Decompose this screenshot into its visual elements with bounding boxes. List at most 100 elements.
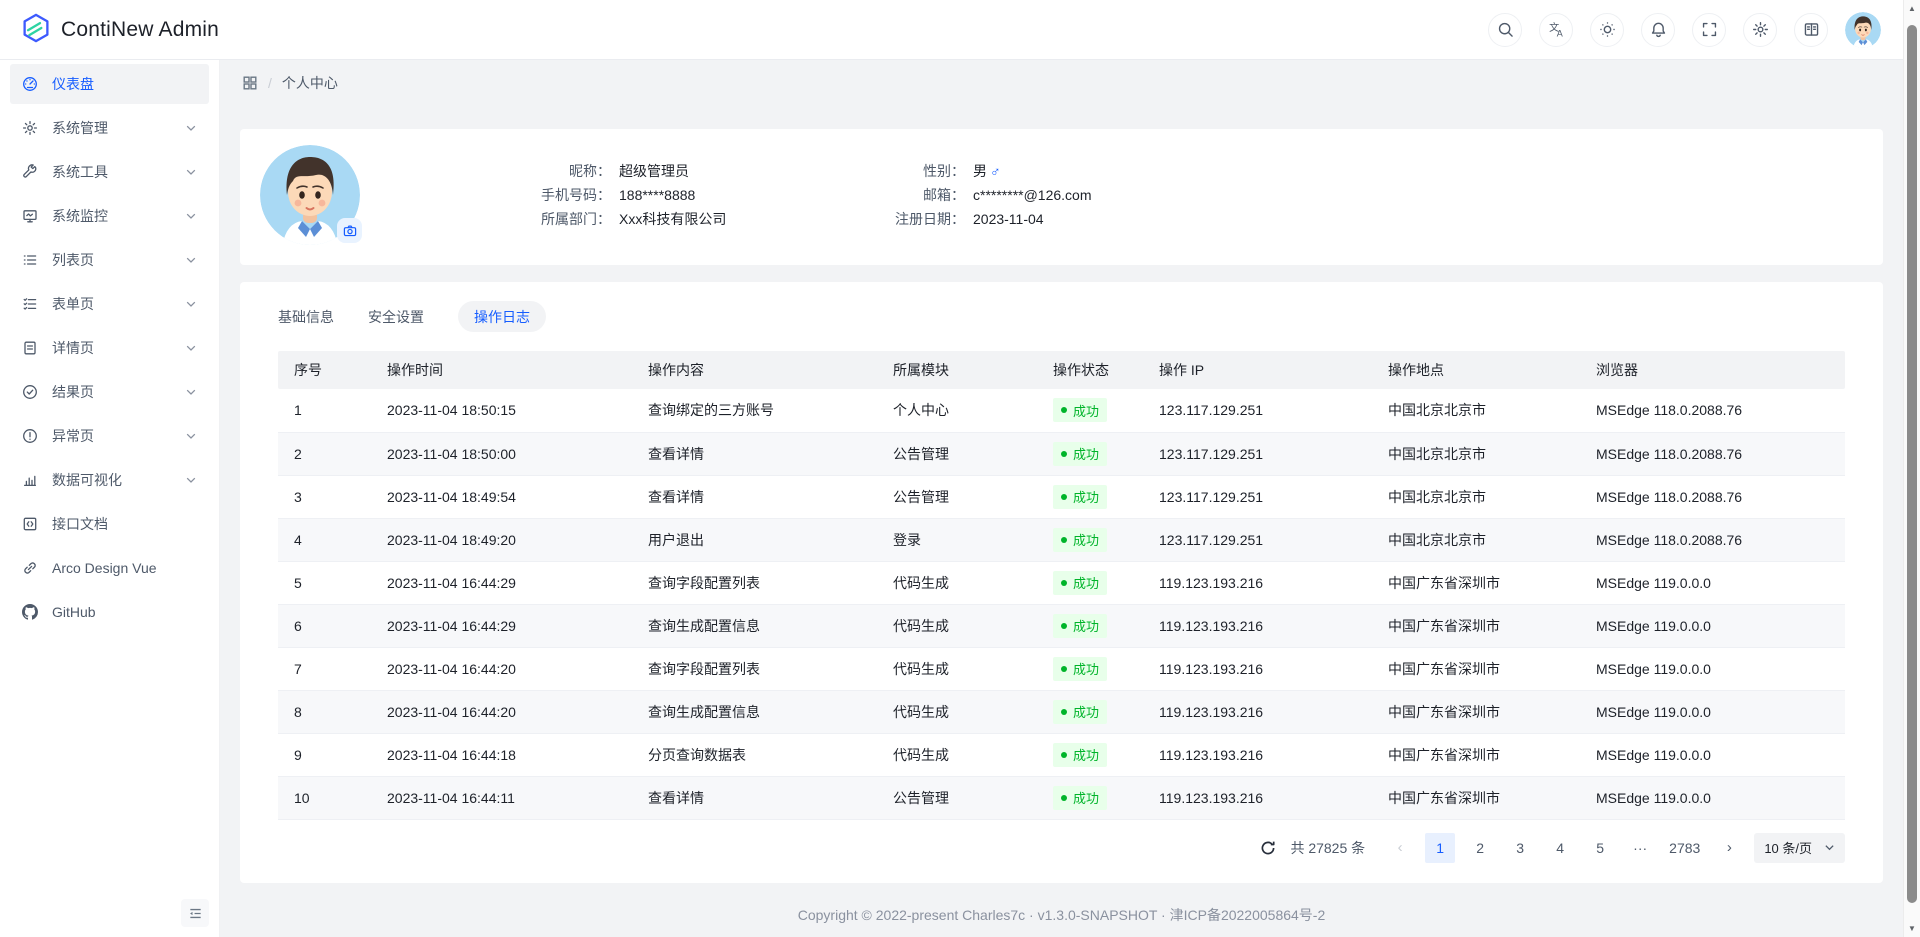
camera-icon[interactable] (337, 218, 362, 243)
sidebar-item-exception-pages[interactable]: 异常页 (10, 416, 209, 456)
sidebar-item-list-pages[interactable]: 列表页 (10, 240, 209, 280)
table-header-row: 序号操作时间操作内容所属模块操作状态操作 IP操作地点浏览器 (278, 351, 1845, 389)
table-cell: 123.117.129.251 (1143, 475, 1372, 518)
page-button-4[interactable]: 4 (1545, 833, 1575, 863)
sidebar: 仪表盘系统管理系统工具系统监控列表页表单页详情页结果页异常页数据可视化接口文档 A… (0, 60, 220, 937)
table-cell: 123.117.129.251 (1143, 389, 1372, 432)
search-button[interactable] (1488, 13, 1522, 47)
table-row[interactable]: 72023-11-04 16:44:20查询字段配置列表代码生成成功119.12… (278, 647, 1845, 690)
table-cell: 公告管理 (877, 432, 1037, 475)
scroll-down-arrow-icon[interactable]: ▼ (1904, 920, 1920, 937)
page-button-2[interactable]: 2 (1465, 833, 1495, 863)
table-cell: MSEdge 119.0.0.0 (1580, 690, 1845, 733)
notifications-button[interactable] (1641, 13, 1675, 47)
fullscreen-button[interactable] (1692, 13, 1726, 47)
page-button-5[interactable]: 5 (1585, 833, 1615, 863)
table-cell: 2 (278, 432, 371, 475)
svg-text:A: A (1556, 28, 1562, 38)
apps-grid-icon[interactable] (242, 75, 258, 91)
github-icon (22, 604, 38, 620)
table-cell: 3 (278, 475, 371, 518)
table-cell: 代码生成 (877, 733, 1037, 776)
table-cell: 中国广东省深圳市 (1372, 690, 1580, 733)
table-cell: 2023-11-04 16:44:29 (371, 604, 632, 647)
sidebar-item-label: 系统监控 (52, 206, 185, 226)
table-cell: 代码生成 (877, 690, 1037, 733)
tab-operation-log[interactable]: 操作日志 (458, 301, 546, 332)
user-avatar-button[interactable] (1845, 12, 1881, 48)
page-button-1[interactable]: 1 (1425, 833, 1455, 863)
table-row[interactable]: 92023-11-04 16:44:18分页查询数据表代码生成成功119.123… (278, 733, 1845, 776)
table-row[interactable]: 52023-11-04 16:44:29查询字段配置列表代码生成成功119.12… (278, 561, 1845, 604)
column-header: 浏览器 (1580, 351, 1845, 389)
refresh-icon[interactable] (1260, 840, 1276, 856)
sidebar-collapse-button[interactable] (181, 899, 209, 927)
docs-button[interactable] (1794, 13, 1828, 47)
tab-security-settings[interactable]: 安全设置 (368, 301, 424, 332)
sidebar-item-system-tools[interactable]: 系统工具 (10, 152, 209, 192)
page-button-2783[interactable]: 2783 (1665, 833, 1704, 863)
field-value: 男 (973, 161, 987, 181)
monitor-icon (22, 208, 38, 224)
language-button[interactable]: 文A (1539, 13, 1573, 47)
table-cell: 119.123.193.216 (1143, 733, 1372, 776)
field-label: 昵称： (440, 161, 611, 181)
scrollbar-thumb[interactable] (1907, 25, 1917, 903)
profile-card: 昵称：超级管理员手机号码：188****8888所属部门：Xxx科技有限公司 性… (240, 129, 1883, 265)
app-logo[interactable]: ContiNew Admin (20, 12, 219, 47)
gear-icon (1752, 21, 1769, 38)
sidebar-item-system-management[interactable]: 系统管理 (10, 108, 209, 148)
result-icon (22, 384, 38, 400)
table-row[interactable]: 102023-11-04 16:44:11查看详情公告管理成功119.123.1… (278, 776, 1845, 819)
profile-avatar[interactable] (260, 145, 360, 245)
sidebar-item-github[interactable]: GitHub (10, 592, 209, 632)
table-cell: MSEdge 118.0.2088.76 (1580, 518, 1845, 561)
prev-page-button[interactable]: ‹ (1385, 833, 1415, 863)
field-value: Xxx科技有限公司 (619, 209, 726, 229)
table-row[interactable]: 82023-11-04 16:44:20查询生成配置信息代码生成成功119.12… (278, 690, 1845, 733)
status-badge: 成功 (1053, 743, 1107, 767)
chevron-down-icon (185, 342, 197, 354)
topbar-actions: 文A (1488, 12, 1881, 48)
sidebar-item-arco-design-vue[interactable]: Arco Design Vue (10, 548, 209, 588)
sidebar-item-label: 表单页 (52, 294, 185, 314)
dashboard-icon (22, 76, 38, 92)
profile-field: 手机号码：188****8888 (440, 183, 726, 207)
page-button-3[interactable]: 3 (1505, 833, 1535, 863)
column-header: 操作时间 (371, 351, 632, 389)
column-header: 操作内容 (632, 351, 877, 389)
sidebar-item-form-pages[interactable]: 表单页 (10, 284, 209, 324)
scroll-up-arrow-icon[interactable]: ▲ (1904, 0, 1920, 17)
field-label: 注册日期： (800, 209, 965, 229)
sidebar-item-dashboard[interactable]: 仪表盘 (10, 64, 209, 104)
table-row[interactable]: 32023-11-04 18:49:54查看详情公告管理成功123.117.12… (278, 475, 1845, 518)
next-page-button[interactable]: › (1714, 833, 1744, 863)
operation-log-table: 序号操作时间操作内容所属模块操作状态操作 IP操作地点浏览器 12023-11-… (278, 351, 1845, 820)
tab-basic-info[interactable]: 基础信息 (278, 301, 334, 332)
table-cell: 查询字段配置列表 (632, 561, 877, 604)
page-size-select[interactable]: 10 条/页 (1754, 833, 1845, 863)
settings-button[interactable] (1743, 13, 1777, 47)
field-value: 188****8888 (619, 187, 695, 203)
status-dot-icon (1061, 709, 1067, 715)
table-cell: MSEdge 118.0.2088.76 (1580, 432, 1845, 475)
sidebar-item-api-docs[interactable]: 接口文档 (10, 504, 209, 544)
sidebar-item-system-monitor[interactable]: 系统监控 (10, 196, 209, 236)
table-row[interactable]: 62023-11-04 16:44:29查询生成配置信息代码生成成功119.12… (278, 604, 1845, 647)
table-row[interactable]: 22023-11-04 18:50:00查看详情公告管理成功123.117.12… (278, 432, 1845, 475)
app-title: ContiNew Admin (61, 18, 219, 42)
table-cell: 1 (278, 389, 371, 432)
table-row[interactable]: 12023-11-04 18:50:15查询绑定的三方账号个人中心成功123.1… (278, 389, 1845, 432)
sidebar-item-label: 接口文档 (52, 514, 197, 534)
sidebar-item-detail-pages[interactable]: 详情页 (10, 328, 209, 368)
sidebar-item-result-pages[interactable]: 结果页 (10, 372, 209, 412)
table-cell: MSEdge 119.0.0.0 (1580, 776, 1845, 819)
sidebar-item-data-visualization[interactable]: 数据可视化 (10, 460, 209, 500)
table-cell: 119.123.193.216 (1143, 604, 1372, 647)
table-cell: 登录 (877, 518, 1037, 561)
table-row[interactable]: 42023-11-04 18:49:20用户退出登录成功123.117.129.… (278, 518, 1845, 561)
table-cell: 查看详情 (632, 432, 877, 475)
top-bar: ContiNew Admin 文A (0, 0, 1903, 60)
theme-button[interactable] (1590, 13, 1624, 47)
page-ellipsis[interactable]: ··· (1625, 833, 1655, 863)
